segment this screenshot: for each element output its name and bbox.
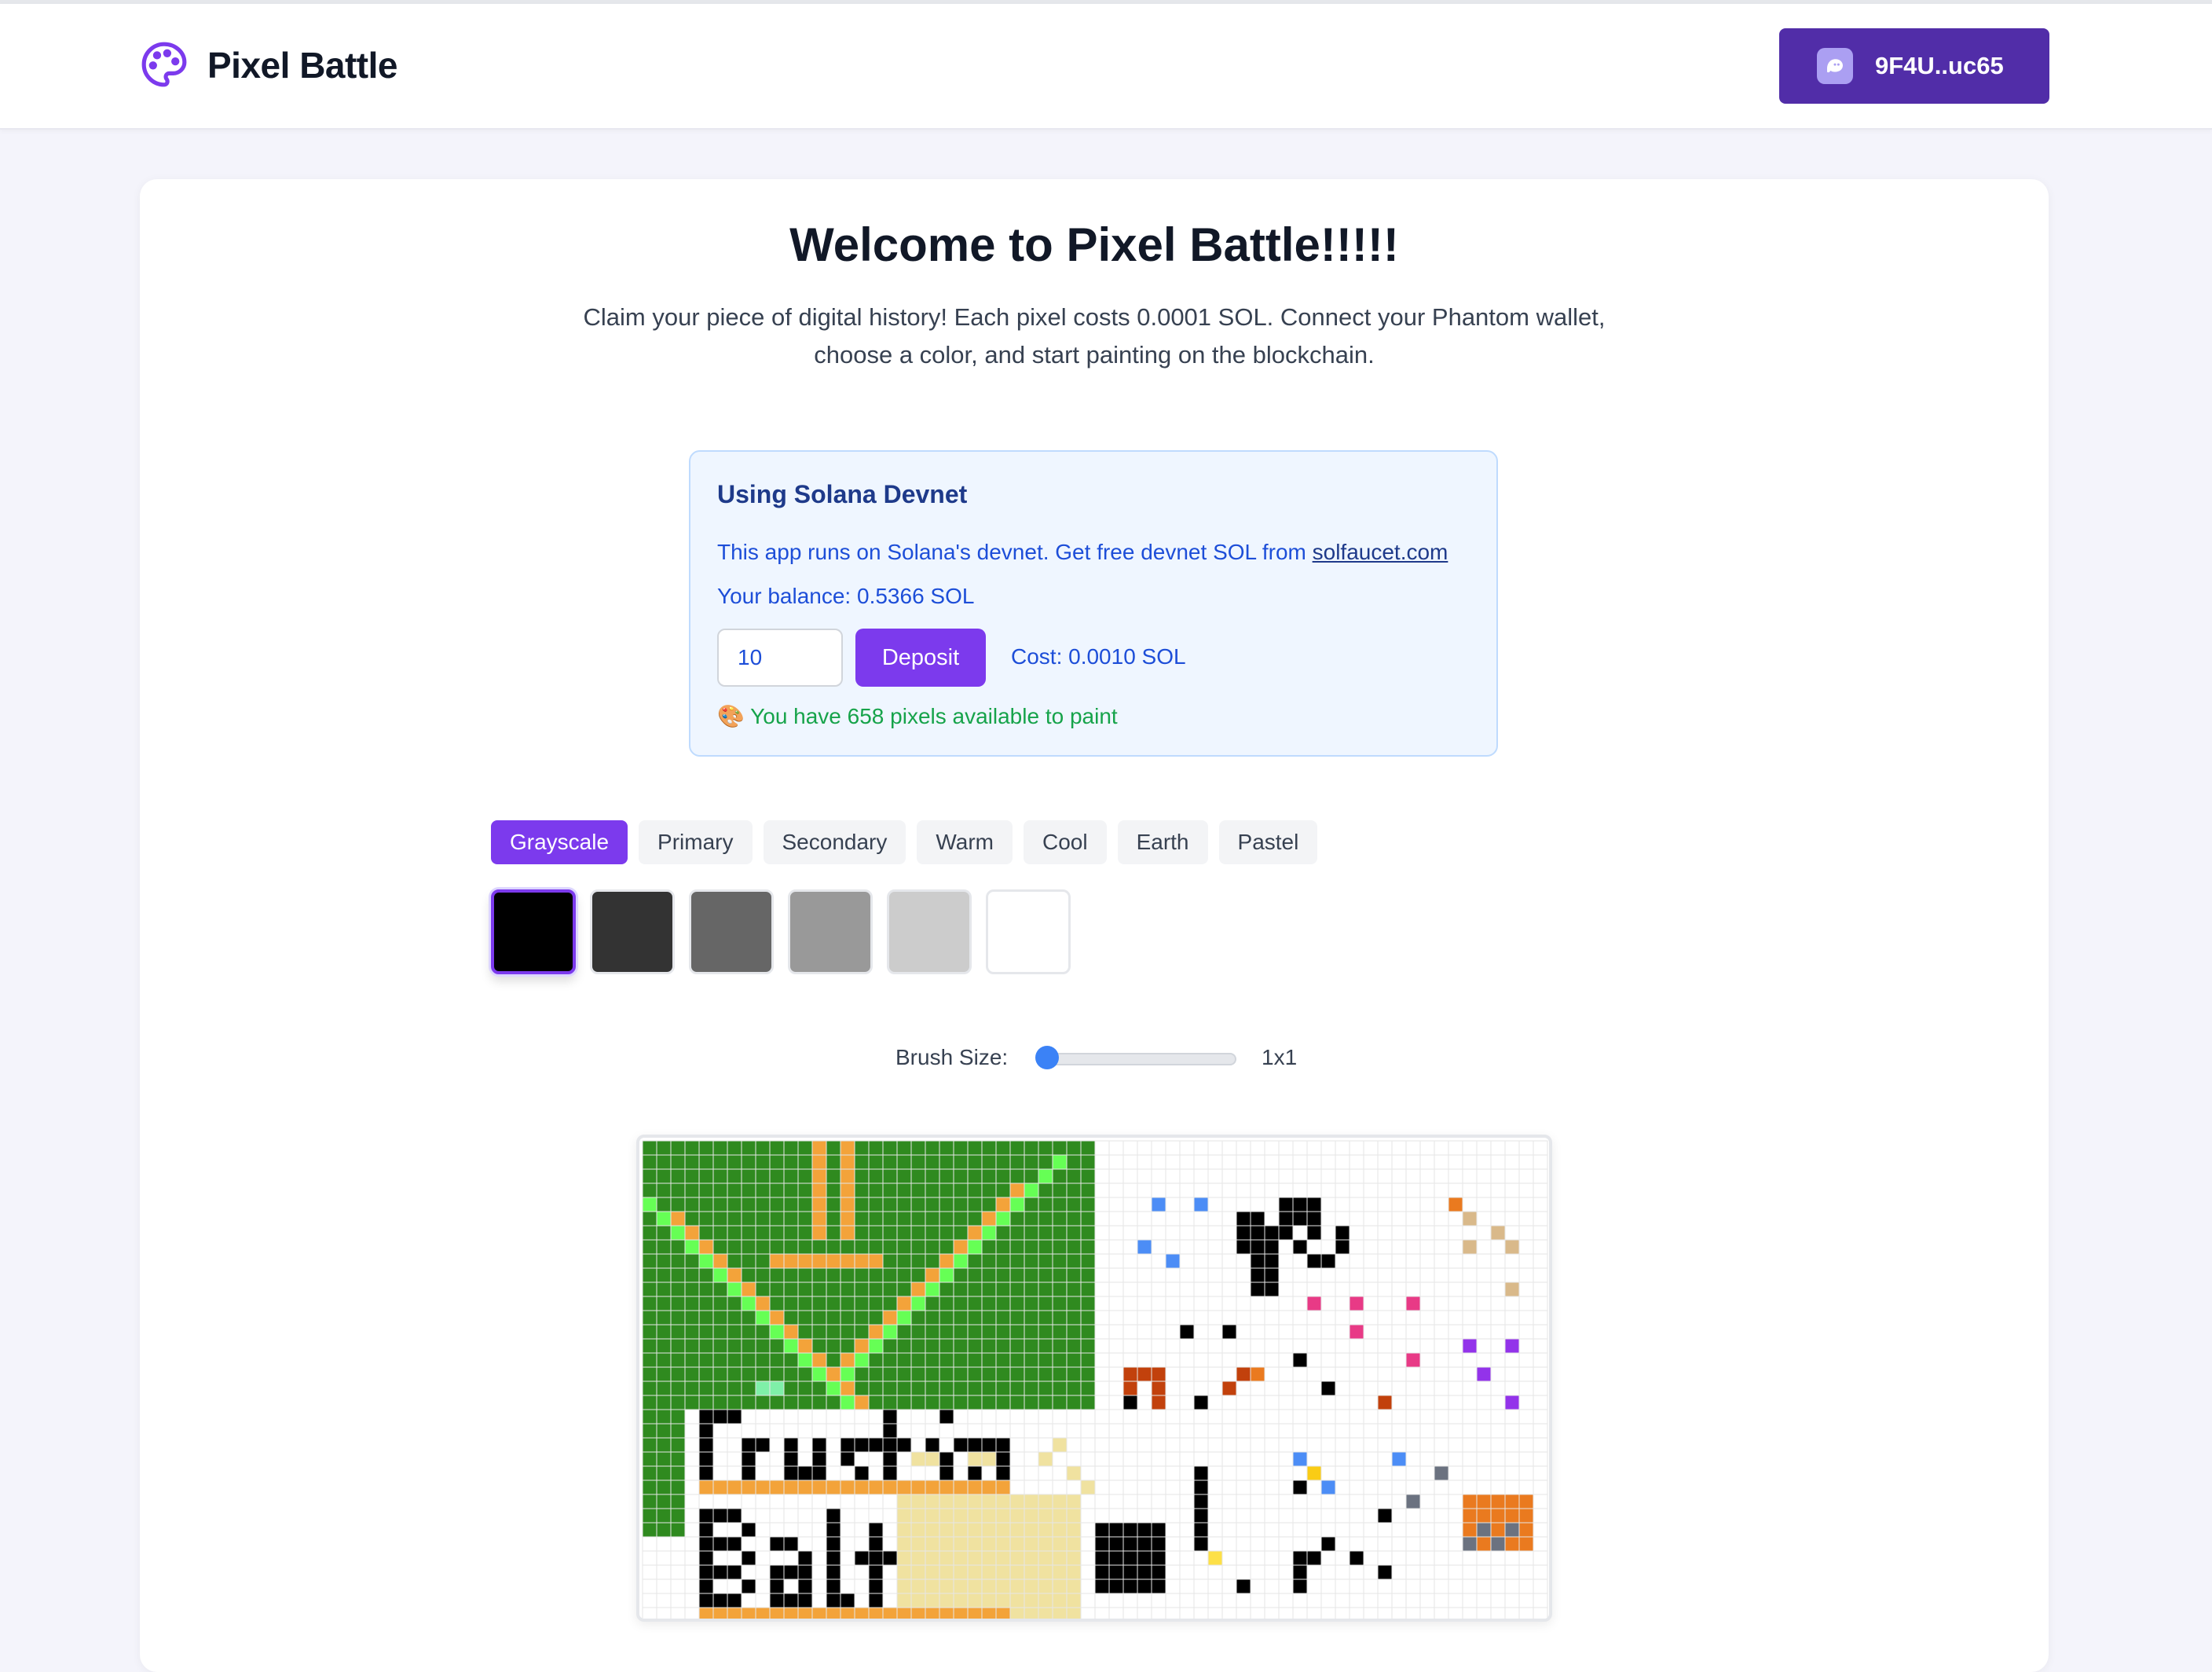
deposit-cost: Cost: 0.0010 SOL bbox=[1011, 644, 1186, 669]
swatch-mid-gray[interactable] bbox=[788, 889, 873, 974]
phantom-ghost-icon bbox=[1817, 48, 1853, 84]
devnet-info: This app runs on Solana's devnet. Get fr… bbox=[717, 540, 1448, 565]
swatch-dark-gray[interactable] bbox=[590, 889, 675, 974]
intro-text: Claim your piece of digital history! Eac… bbox=[583, 303, 1606, 368]
pixel-grid[interactable] bbox=[639, 1138, 1552, 1622]
tab-cool[interactable]: Cool bbox=[1023, 820, 1107, 864]
color-swatches bbox=[491, 889, 1071, 974]
brush-size-slider[interactable] bbox=[1037, 1053, 1236, 1065]
deposit-amount-input[interactable] bbox=[717, 629, 843, 687]
devnet-title: Using Solana Devnet bbox=[717, 480, 968, 508]
tab-grayscale[interactable]: Grayscale bbox=[491, 820, 628, 864]
tab-warm[interactable]: Warm bbox=[917, 820, 1013, 864]
tab-earth[interactable]: Earth bbox=[1117, 820, 1208, 864]
balance-text: Your balance: 0.5366 SOL bbox=[717, 584, 975, 608]
swatch-gray[interactable] bbox=[689, 889, 774, 974]
palette-tabs: Grayscale Primary Secondary Warm Cool Ea… bbox=[491, 820, 1318, 864]
deposit-button[interactable]: Deposit bbox=[855, 629, 986, 687]
wallet-address: 9F4U..uc65 bbox=[1875, 52, 2004, 79]
pixels-available: 🎨 You have 658 pixels available to paint bbox=[717, 704, 1118, 728]
solfaucet-link[interactable]: solfaucet.com bbox=[1313, 540, 1448, 564]
swatch-light-gray[interactable] bbox=[887, 889, 972, 974]
brush-size-label: Brush Size: bbox=[895, 1045, 1009, 1069]
brush-size-handle[interactable] bbox=[1035, 1046, 1059, 1069]
brush-size-value: 1x1 bbox=[1262, 1045, 1298, 1069]
swatch-black[interactable] bbox=[491, 889, 576, 974]
palette-icon bbox=[141, 42, 187, 87]
swatch-white[interactable] bbox=[986, 889, 1071, 974]
devnet-info-text: This app runs on Solana's devnet. Get fr… bbox=[717, 540, 1313, 564]
tab-pastel[interactable]: Pastel bbox=[1218, 820, 1318, 864]
devnet-panel: Using Solana Devnet This app runs on Sol… bbox=[689, 450, 1498, 757]
tab-secondary[interactable]: Secondary bbox=[763, 820, 906, 864]
wallet-button[interactable]: 9F4U..uc65 bbox=[1779, 28, 2049, 104]
app-header: Pixel Battle 9F4U..uc65 bbox=[0, 4, 2212, 130]
pixel-canvas[interactable] bbox=[636, 1135, 1552, 1622]
tab-primary[interactable]: Primary bbox=[639, 820, 753, 864]
app-name: Pixel Battle bbox=[207, 45, 398, 86]
page-title: Welcome to Pixel Battle!!!!! bbox=[789, 218, 1399, 271]
